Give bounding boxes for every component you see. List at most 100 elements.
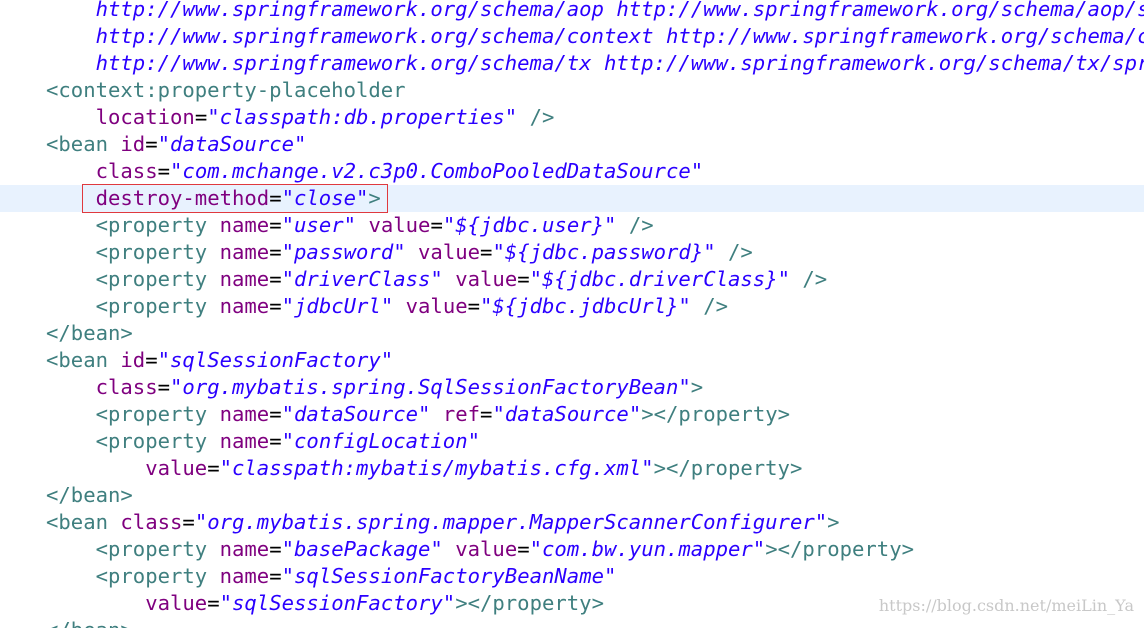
- code-token-attr: class: [95, 375, 158, 399]
- code-token-tag: <property: [95, 402, 208, 426]
- code-token-attr: value: [455, 537, 518, 561]
- code-line[interactable]: class="org.mybatis.spring.SqlSessionFact…: [0, 374, 1144, 401]
- code-line[interactable]: </bean>: [0, 320, 1144, 347]
- code-line[interactable]: http://www.springframework.org/schema/co…: [0, 23, 1144, 50]
- code-line[interactable]: <bean class="org.mybatis.spring.mapper.M…: [0, 509, 1144, 536]
- code-token-attr: name: [219, 402, 270, 426]
- code-line[interactable]: <context:property-placeholder: [0, 77, 1144, 104]
- code-token-attr: value: [145, 591, 208, 615]
- code-token-tag: <bean: [46, 132, 108, 156]
- code-token-tag: </bean>: [46, 618, 133, 628]
- code-token-val: "dataSource": [492, 402, 642, 426]
- code-token-val: "${jdbc.driverClass}": [529, 267, 790, 291]
- code-token-val: "${jdbc.password}": [492, 240, 716, 264]
- code-token-eq: =: [269, 537, 282, 561]
- code-token-attr: value: [145, 456, 208, 480]
- code-token-eq: =: [480, 240, 493, 264]
- code-editor[interactable]: http://www.springframework.org/schema/ao…: [0, 0, 1144, 628]
- code-token-eq: =: [207, 591, 220, 615]
- code-token-attr: name: [219, 213, 270, 237]
- watermark: https://blog.csdn.net/meiLin_Ya: [878, 596, 1134, 615]
- code-token-tag: ></property>: [455, 591, 604, 615]
- code-token-eq: =: [157, 159, 171, 183]
- code-token-url: http://www.springframework.org/schema/ao…: [95, 0, 1144, 21]
- code-token-eq: =: [269, 429, 282, 453]
- code-token-val: "classpath:mybatis/mybatis.cfg.xml": [219, 456, 654, 480]
- code-token-val: "dataSource": [157, 132, 307, 156]
- code-token-eq: =: [430, 213, 443, 237]
- code-token-attr: name: [219, 537, 270, 561]
- code-line[interactable]: location="classpath:db.properties" />: [0, 104, 1144, 131]
- code-token-val: "sqlSessionFactory": [219, 591, 456, 615]
- code-line[interactable]: <property name="dataSource" ref="dataSou…: [0, 401, 1144, 428]
- code-token-attr: name: [219, 564, 270, 588]
- code-token-eq: =: [269, 186, 282, 210]
- code-token-url: http://www.springframework.org/schema/co…: [95, 24, 1144, 48]
- code-token-attr: location: [95, 105, 195, 129]
- code-token-attr: ref: [442, 402, 481, 426]
- code-line[interactable]: class="com.mchange.v2.c3p0.ComboPooledDa…: [0, 158, 1144, 185]
- code-token-tag: >: [690, 375, 704, 399]
- code-token-eq: =: [269, 402, 282, 426]
- code-line[interactable]: <property name="user" value="${jdbc.user…: [0, 212, 1144, 239]
- code-token-tag: <bean: [46, 348, 108, 372]
- code-token-eq: =: [467, 294, 481, 318]
- code-token-val: "com.bw.yun.mapper": [529, 537, 766, 561]
- code-token-val: "com.mchange.v2.c3p0.ComboPooledDataSour…: [170, 159, 704, 183]
- code-line[interactable]: <property name="password" value="${jdbc.…: [0, 239, 1144, 266]
- code-token-attr: name: [219, 240, 270, 264]
- code-line[interactable]: <property name="jdbcUrl" value="${jdbc.j…: [0, 293, 1144, 320]
- code-line[interactable]: http://www.springframework.org/schema/tx…: [0, 50, 1144, 77]
- code-token-attr: id: [120, 132, 146, 156]
- code-token-eq: =: [269, 564, 282, 588]
- code-line[interactable]: </bean>: [0, 482, 1144, 509]
- code-token-eq: =: [517, 537, 530, 561]
- code-line-current[interactable]: destroy-method="close">: [0, 185, 1144, 212]
- code-line[interactable]: <bean id="dataSource": [0, 131, 1144, 158]
- code-token-tag: <context:property-placeholder: [46, 78, 406, 102]
- code-token-tag: <property: [95, 240, 208, 264]
- code-line[interactable]: <property name="basePackage" value="com.…: [0, 536, 1144, 563]
- code-line[interactable]: <bean id="sqlSessionFactory": [0, 347, 1144, 374]
- code-token-tag: <property: [95, 267, 208, 291]
- code-token-val: "sqlSessionFactoryBeanName": [281, 564, 617, 588]
- code-line[interactable]: <property name="configLocation": [0, 428, 1144, 455]
- code-token-attr: value: [368, 213, 431, 237]
- code-token-tag: <property: [95, 564, 208, 588]
- code-line[interactable]: http://www.springframework.org/schema/ao…: [0, 0, 1144, 23]
- code-line[interactable]: <property name="driverClass" value="${jd…: [0, 266, 1144, 293]
- code-token-attr: id: [120, 348, 146, 372]
- code-line[interactable]: value="classpath:mybatis/mybatis.cfg.xml…: [0, 455, 1144, 482]
- code-token-val: "org.mybatis.spring.mapper.MapperScanner…: [194, 510, 828, 534]
- code-token-tag: />: [690, 294, 729, 318]
- code-token-val: "driverClass": [281, 267, 443, 291]
- code-line[interactable]: </bean>: [0, 617, 1144, 628]
- code-token-attr: class: [120, 510, 183, 534]
- code-token-val: "configLocation": [281, 429, 481, 453]
- code-line[interactable]: <property name="sqlSessionFactoryBeanNam…: [0, 563, 1144, 590]
- code-token-val: "user": [281, 213, 357, 237]
